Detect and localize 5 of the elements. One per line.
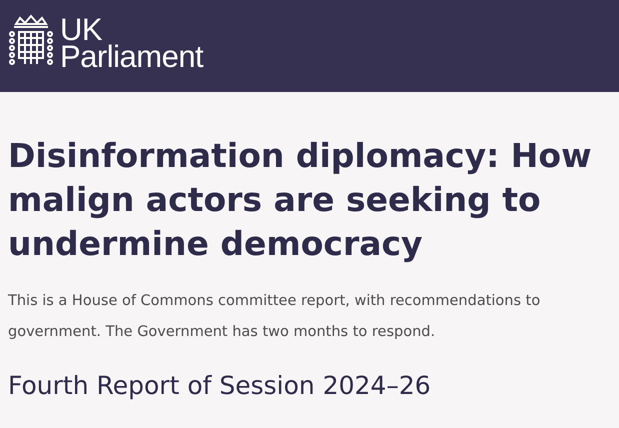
logo-wordmark: UK	[60, 16, 102, 43]
report-session: Fourth Report of Session 2024–26	[8, 370, 432, 402]
page-title: Disinformation diplomacy: How malign actors are seeking to undermine democracy	[8, 135, 593, 265]
logo-wordmark: Parliament	[60, 43, 204, 70]
report-summary: This is a House of Commons committee report, with recommendations to government. The Government has two months to respond.	[8, 292, 542, 342]
